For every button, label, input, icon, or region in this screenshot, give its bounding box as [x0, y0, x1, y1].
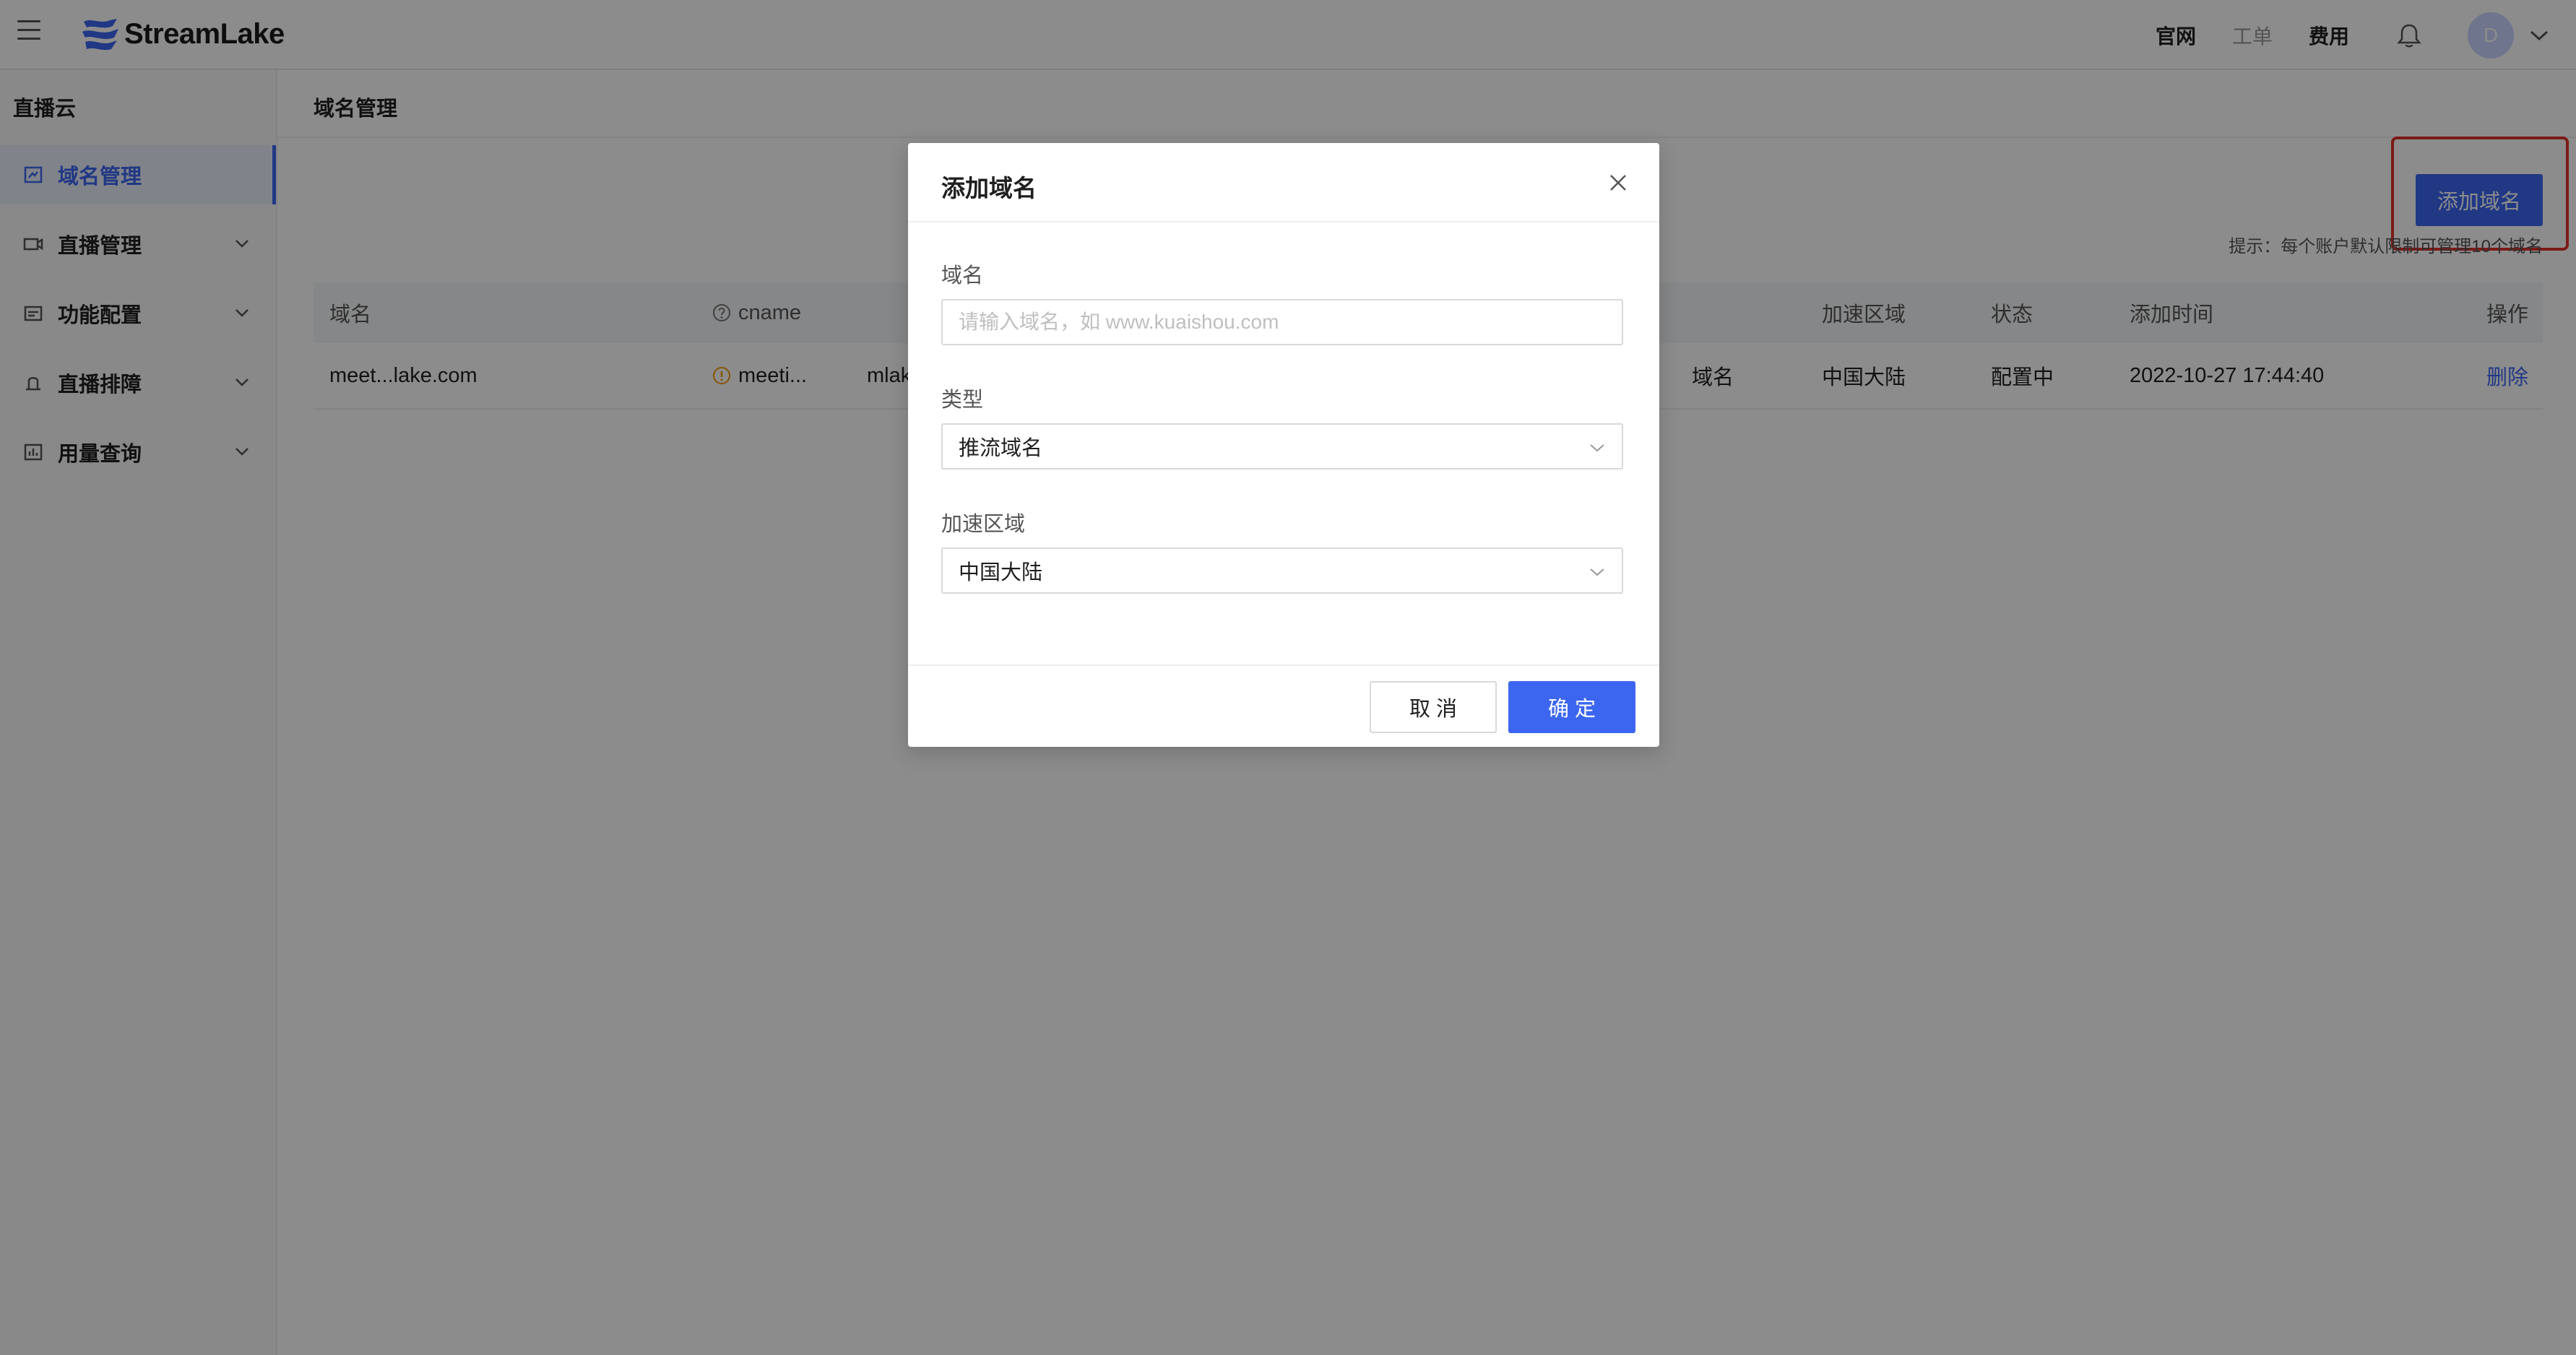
type-select[interactable]: 推流域名	[941, 423, 1623, 469]
type-label: 类型	[941, 389, 984, 412]
modal-footer-divider	[908, 664, 1659, 666]
close-icon[interactable]	[1606, 170, 1630, 195]
confirm-button[interactable]: 确 定	[1508, 681, 1635, 733]
region-select[interactable]: 中国大陆	[941, 547, 1623, 594]
region-label: 加速区域	[941, 513, 1026, 536]
add-domain-modal: 添加域名 域名 类型 推流域名 加速区域 中国大陆 取 消 确 定	[908, 143, 1659, 747]
cancel-button[interactable]: 取 消	[1370, 681, 1497, 733]
modal-header-divider	[908, 221, 1659, 222]
type-select-value: 推流域名	[959, 437, 1043, 460]
modal-title: 添加域名	[941, 175, 1037, 202]
domain-label: 域名	[941, 264, 984, 287]
chevron-down-icon	[1590, 444, 1604, 452]
domain-input[interactable]	[941, 299, 1623, 345]
region-select-value: 中国大陆	[959, 561, 1043, 584]
chevron-down-icon	[1590, 568, 1604, 576]
